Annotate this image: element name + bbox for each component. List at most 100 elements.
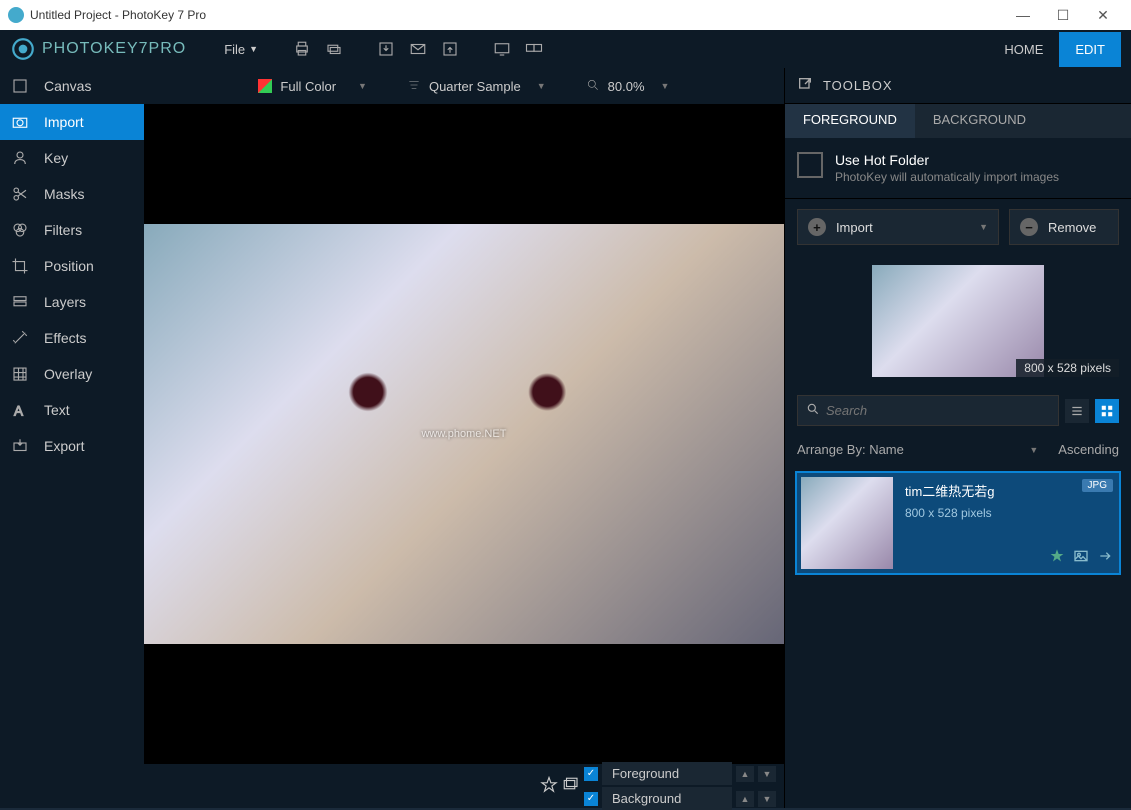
close-button[interactable]: ✕: [1083, 7, 1123, 24]
workarea: Full Color ▼ Quarter Sample ▼ 80.0% ▼ ww…: [144, 68, 784, 808]
sidebar-item-export[interactable]: Export: [0, 428, 144, 464]
app-icon: [8, 7, 24, 23]
sidebar: Canvas Import Key Masks Filters Position…: [0, 68, 144, 808]
colormode-dropdown[interactable]: Full Color ▼: [248, 75, 377, 98]
zoom-dropdown[interactable]: 80.0% ▼: [576, 74, 680, 99]
sidebar-item-overlay[interactable]: Overlay: [0, 356, 144, 392]
arrange-row[interactable]: Arrange By: Name ▼ Ascending: [785, 434, 1131, 465]
sample-dropdown[interactable]: Quarter Sample ▼: [397, 74, 556, 99]
import-up-icon[interactable]: [436, 35, 464, 63]
colormode-swatch-icon: [258, 79, 272, 93]
search-input[interactable]: [826, 403, 1050, 418]
sidebar-item-text[interactable]: AText: [0, 392, 144, 428]
background-layer[interactable]: Background: [602, 787, 732, 810]
sidebar-item-position[interactable]: Position: [0, 248, 144, 284]
hotfolder-checkbox[interactable]: [797, 152, 823, 178]
import-label: Import: [836, 220, 969, 235]
edit-tab[interactable]: EDIT: [1059, 32, 1121, 67]
file-card[interactable]: tim二维热无若g 800 x 528 pixels JPG: [795, 471, 1121, 575]
sidebar-item-layers[interactable]: Layers: [0, 284, 144, 320]
foreground-checkbox[interactable]: ✓: [584, 767, 598, 781]
chevron-down-icon: ▼: [979, 222, 988, 232]
search-icon: [806, 402, 820, 419]
app-name: PHOTOKEY7PRO: [42, 40, 186, 58]
grid-view-button[interactable]: [1095, 399, 1119, 423]
file-format-badge: JPG: [1082, 479, 1113, 492]
background-checkbox[interactable]: ✓: [584, 792, 598, 806]
foreground-layer[interactable]: Foreground: [602, 762, 732, 785]
sidebar-item-key[interactable]: Key: [0, 140, 144, 176]
hotfolder-row: Use Hot Folder PhotoKey will automatical…: [785, 138, 1131, 199]
list-view-button[interactable]: [1065, 399, 1089, 423]
sidebar-item-canvas[interactable]: Canvas: [0, 68, 144, 104]
file-thumbnail: [801, 477, 893, 569]
menubar: PHOTOKEY7PRO File▼ HOME EDIT: [0, 30, 1131, 68]
monitor-icon[interactable]: [488, 35, 516, 63]
bg-down-button[interactable]: ▼: [758, 791, 776, 807]
sidebar-item-masks[interactable]: Masks: [0, 176, 144, 212]
email-icon[interactable]: [404, 35, 432, 63]
search-box[interactable]: [797, 395, 1059, 426]
file-dimensions: 800 x 528 pixels: [905, 506, 1113, 520]
sample-icon: [407, 78, 421, 95]
home-tab[interactable]: HOME: [988, 32, 1059, 67]
print-icon[interactable]: [288, 35, 316, 63]
fg-up-button[interactable]: ▲: [736, 766, 754, 782]
sample-label: Quarter Sample: [429, 79, 521, 94]
colormode-label: Full Color: [280, 79, 336, 94]
tab-background[interactable]: BACKGROUND: [915, 104, 1044, 138]
minus-icon: −: [1020, 218, 1038, 236]
remove-button[interactable]: − Remove: [1009, 209, 1119, 245]
preview-dimensions: 800 x 528 pixels: [1016, 359, 1119, 377]
sidebar-item-label: Effects: [44, 330, 87, 346]
file-menu[interactable]: File▼: [216, 38, 266, 61]
import-down-icon[interactable]: [372, 35, 400, 63]
popout-icon[interactable]: [797, 76, 813, 95]
sidebar-item-import[interactable]: Import: [0, 104, 144, 140]
print-batch-icon[interactable]: [320, 35, 348, 63]
scissors-icon: [10, 184, 30, 204]
canvas-toolbar: Full Color ▼ Quarter Sample ▼ 80.0% ▼: [144, 68, 784, 104]
sidebar-item-label: Import: [44, 114, 84, 130]
tab-foreground[interactable]: FOREGROUND: [785, 104, 915, 138]
sidebar-item-filters[interactable]: Filters: [0, 212, 144, 248]
titlebar: Untitled Project - PhotoKey 7 Pro — ☐ ✕: [0, 0, 1131, 30]
sidebar-item-label: Masks: [44, 186, 84, 202]
sidebar-item-label: Text: [44, 402, 70, 418]
minimize-button[interactable]: —: [1003, 7, 1043, 23]
bg-up-button[interactable]: ▲: [736, 791, 754, 807]
arrange-direction: Ascending: [1058, 442, 1119, 457]
toolbox-title: TOOLBOX: [823, 78, 893, 93]
dual-monitor-icon[interactable]: [520, 35, 548, 63]
sidebar-item-effects[interactable]: Effects: [0, 320, 144, 356]
zoom-icon: [586, 78, 600, 95]
maximize-button[interactable]: ☐: [1043, 7, 1083, 24]
crop-icon: [10, 256, 30, 276]
wand-icon: [10, 328, 30, 348]
plus-icon: +: [808, 218, 826, 236]
import-button[interactable]: + Import ▼: [797, 209, 999, 245]
layer-label: Foreground: [612, 766, 679, 781]
image-icon[interactable]: [1073, 548, 1089, 567]
fg-down-button[interactable]: ▼: [758, 766, 776, 782]
foreground-image: www.phome.NET: [144, 224, 784, 644]
watermark-text: www.phome.NET: [421, 428, 506, 440]
sidebar-item-label: Layers: [44, 294, 86, 310]
arrow-right-icon[interactable]: [1097, 548, 1113, 567]
app-logo: PHOTOKEY7PRO: [10, 36, 186, 62]
preview-row: 800 x 528 pixels: [785, 255, 1131, 387]
layer-label: Background: [612, 791, 681, 806]
camera-icon: [10, 112, 30, 132]
layer-toolbar: ✓ Foreground ▲ ▼ ✓ Background ▲ ▼: [144, 764, 784, 808]
window-title: Untitled Project - PhotoKey 7 Pro: [30, 8, 1003, 22]
image-stack-icon[interactable]: [562, 776, 580, 797]
canvas-viewport[interactable]: www.phome.NET: [144, 104, 784, 764]
sidebar-item-label: Canvas: [44, 78, 91, 94]
fg-bg-tabs: FOREGROUND BACKGROUND: [785, 104, 1131, 138]
remove-label: Remove: [1048, 220, 1108, 235]
star-icon[interactable]: [1049, 548, 1065, 567]
toolbox-panel: TOOLBOX FOREGROUND BACKGROUND Use Hot Fo…: [784, 68, 1131, 808]
sidebar-item-label: Filters: [44, 222, 82, 238]
star-icon[interactable]: [540, 776, 558, 797]
grid-icon: [10, 364, 30, 384]
